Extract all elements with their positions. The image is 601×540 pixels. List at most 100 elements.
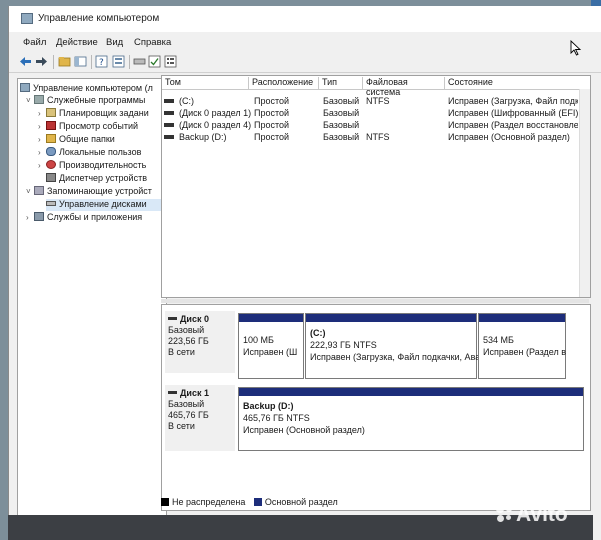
chevron-right-icon[interactable]: › xyxy=(38,135,46,144)
tree-item-performance[interactable]: › Производительность xyxy=(38,160,146,172)
partition-disk0-efi[interactable]: 100 МБ Исправен (Ш xyxy=(238,313,304,379)
tree-item-services-apps[interactable]: › Службы и приложения xyxy=(26,212,142,224)
performance-icon xyxy=(46,160,56,169)
users-icon xyxy=(46,147,56,156)
partition-size: 222,93 ГБ NTFS xyxy=(310,340,377,350)
event-viewer-icon xyxy=(46,121,56,130)
disk-0-type: Базовый xyxy=(168,325,205,335)
primary-partition-bar xyxy=(306,314,476,322)
volume-name: (C:) xyxy=(179,96,194,106)
vertical-scrollbar[interactable] xyxy=(579,89,590,297)
help-icon[interactable]: ? xyxy=(95,55,108,68)
partition-legend: Не распределена Основной раздел xyxy=(161,497,338,511)
up-folder-icon[interactable] xyxy=(58,55,71,68)
volume-list-header: Том Расположение Тип Файловая система Со… xyxy=(162,76,590,97)
tree-item-task-scheduler[interactable]: › Планировщик задани xyxy=(38,108,149,120)
tree-item-device-manager[interactable]: Диспетчер устройств xyxy=(46,173,147,185)
partition-disk1-backup[interactable]: Backup (D:) 465,76 ГБ NTFS Исправен (Осн… xyxy=(238,387,584,451)
column-header-filesystem[interactable]: Файловая система xyxy=(363,77,445,97)
volume-layout: Простой xyxy=(254,108,290,118)
menu-help[interactable]: Справка xyxy=(134,37,171,48)
menu-view[interactable]: Вид xyxy=(106,37,123,48)
volume-icon xyxy=(164,123,174,127)
tree-item-disk-management[interactable]: Управление дисками xyxy=(46,199,164,211)
volume-layout: Простой xyxy=(254,120,290,130)
disk-1-title: Диск 1 xyxy=(168,388,235,399)
folder-icon xyxy=(46,134,56,143)
storage-icon xyxy=(34,186,44,195)
toolbar-separator xyxy=(91,55,92,69)
partition-size: 534 МБ xyxy=(483,335,514,345)
partition-status: Исправен (Ш xyxy=(243,347,298,357)
primary-partition-bar xyxy=(239,314,303,322)
chevron-down-icon[interactable]: ˅ xyxy=(26,187,34,196)
unallocated-swatch xyxy=(161,498,169,506)
toolbar-separator xyxy=(53,55,54,69)
table-row[interactable]: (Диск 0 раздел 4) Простой Базовый Исправ… xyxy=(162,120,590,132)
disk-0-size: 223,56 ГБ xyxy=(168,336,209,346)
back-arrow-icon[interactable] xyxy=(19,55,32,68)
partition-status: Исправен (Основной раздел) xyxy=(243,425,365,435)
menu-file[interactable]: Файл xyxy=(23,37,46,48)
volume-layout: Простой xyxy=(254,96,290,106)
volume-list: Том Расположение Тип Файловая система Со… xyxy=(161,75,591,298)
avito-watermark: Avito xyxy=(496,503,568,527)
volume-status: Исправен (Основной раздел) xyxy=(448,132,570,142)
volume-status: Исправен (Загрузка, Файл подкачк xyxy=(448,96,578,106)
column-header-type[interactable]: Тип xyxy=(319,77,363,89)
partition-disk0-recovery[interactable]: 534 МБ Исправен (Раздел в xyxy=(478,313,566,379)
volume-type: Базовый xyxy=(323,120,360,130)
table-row[interactable]: Backup (D:) Простой Базовый NTFS Исправе… xyxy=(162,132,590,144)
tree-item-local-users[interactable]: › Локальные пользов xyxy=(38,147,141,159)
column-header-layout[interactable]: Расположение xyxy=(249,77,319,89)
legend-unallocated: Не распределена xyxy=(172,497,246,507)
table-row[interactable]: (Диск 0 раздел 1) Простой Базовый Исправ… xyxy=(162,108,590,120)
tree-item-storage[interactable]: ˅ Запоминающие устройст xyxy=(26,186,152,198)
disk-icon[interactable] xyxy=(133,55,146,68)
list-view-icon[interactable] xyxy=(164,55,177,68)
disk-1-type: Базовый xyxy=(168,399,205,409)
volume-name: (Диск 0 раздел 1) xyxy=(179,108,252,118)
chevron-right-icon[interactable]: › xyxy=(38,109,46,118)
volume-filesystem: NTFS xyxy=(366,96,390,106)
computer-management-icon xyxy=(21,13,33,24)
computer-icon xyxy=(20,83,30,92)
column-header-volume[interactable]: Том xyxy=(162,77,249,89)
forward-arrow-icon[interactable] xyxy=(35,55,48,68)
menu-action[interactable]: Действие xyxy=(56,37,98,48)
device-manager-icon xyxy=(46,173,56,182)
title-bar: Управление компьютером xyxy=(9,6,601,32)
chevron-right-icon[interactable]: › xyxy=(38,148,46,157)
tree-root[interactable]: Управление компьютером (л xyxy=(20,83,153,95)
volume-layout: Простой xyxy=(254,132,290,142)
show-hide-tree-icon[interactable] xyxy=(74,55,87,68)
chevron-right-icon[interactable]: › xyxy=(38,161,46,170)
partition-disk0-c[interactable]: (C:) 222,93 ГБ NTFS Исправен (Загрузка, … xyxy=(305,313,480,379)
mouse-cursor-icon xyxy=(570,40,582,56)
tree-item-system-tools[interactable]: ˅ Служебные программы xyxy=(26,95,145,107)
check-icon[interactable] xyxy=(148,55,161,68)
volume-filesystem: NTFS xyxy=(366,132,390,142)
chevron-right-icon[interactable]: › xyxy=(26,213,34,222)
disk-1-info[interactable]: Диск 1 Базовый 465,76 ГБ В сети xyxy=(165,385,235,451)
chevron-right-icon[interactable]: › xyxy=(38,122,46,131)
disk-icon xyxy=(168,317,177,320)
toolbar-separator xyxy=(129,55,130,69)
properties-icon[interactable] xyxy=(112,55,125,68)
disk-0-title: Диск 0 xyxy=(168,314,235,325)
disk-0-info[interactable]: Диск 0 Базовый 223,56 ГБ В сети xyxy=(165,311,235,373)
pane-splitter[interactable] xyxy=(161,299,589,303)
clock-icon xyxy=(46,108,56,117)
services-icon xyxy=(34,212,44,221)
legend-primary: Основной раздел xyxy=(264,497,338,507)
table-row[interactable]: (C:) Простой Базовый NTFS Исправен (Загр… xyxy=(162,96,590,108)
partition-label: Backup (D:) xyxy=(243,401,294,411)
volume-type: Базовый xyxy=(323,132,360,142)
column-header-status[interactable]: Состояние xyxy=(445,77,590,89)
tree-item-event-viewer[interactable]: › Просмотр событий xyxy=(38,121,138,133)
tree-item-shared-folders[interactable]: › Общие папки xyxy=(38,134,115,146)
partition-size: 100 МБ xyxy=(243,335,274,345)
svg-text:?: ? xyxy=(99,58,104,68)
chevron-down-icon[interactable]: ˅ xyxy=(26,96,34,105)
avito-logo-icon xyxy=(496,505,514,523)
